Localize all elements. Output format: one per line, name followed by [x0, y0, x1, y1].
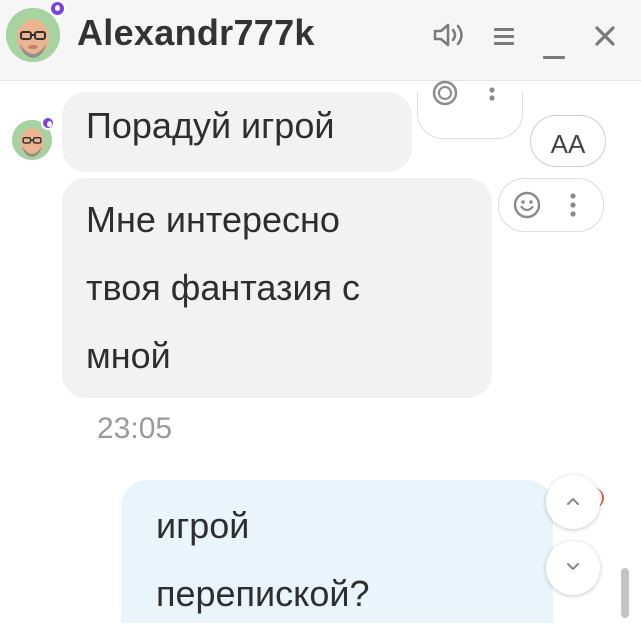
- emoji-react-icon[interactable]: [432, 80, 458, 111]
- minimize-icon[interactable]: [543, 48, 565, 66]
- message-line: Мне интересно: [86, 199, 340, 240]
- more-options-icon[interactable]: [488, 84, 496, 115]
- font-size-label: AA: [550, 129, 586, 159]
- drop-badge-icon: [41, 116, 55, 130]
- close-icon[interactable]: [594, 25, 616, 52]
- drop-badge-icon: [49, 0, 66, 17]
- chevron-down-icon: [567, 563, 579, 570]
- message-line: перепиской?: [156, 573, 370, 614]
- chevron-up-icon: [567, 498, 579, 505]
- message-line: мной: [86, 335, 171, 376]
- emoji-react-icon[interactable]: [513, 191, 541, 224]
- bald-man-avatar-icon: [6, 8, 60, 62]
- contact-name[interactable]: Alexandr777k: [77, 12, 315, 54]
- message-timestamp: 23:05: [97, 412, 173, 445]
- outgoing-message-bubble[interactable]: игрой перепиской?: [121, 480, 553, 623]
- incoming-message-bubble[interactable]: Мне интересно твоя фантазия с мной: [62, 178, 492, 398]
- message-actions: [498, 178, 604, 232]
- more-options-icon[interactable]: [569, 192, 577, 223]
- font-size-button[interactable]: AA: [530, 115, 606, 167]
- contact-avatar[interactable]: [6, 8, 60, 62]
- scroll-up-button[interactable]: [546, 475, 600, 529]
- message-text: игрой перепиской?: [156, 492, 536, 628]
- message-text: Порадуй игрой: [86, 105, 335, 146]
- chat-header: Alexandr777k: [0, 0, 641, 81]
- message-text: Мне интересно твоя фантазия с мной: [86, 186, 476, 390]
- speaker-icon[interactable]: [432, 23, 466, 52]
- message-actions: [417, 80, 523, 139]
- scroll-down-button[interactable]: [546, 541, 600, 595]
- incoming-message-bubble[interactable]: Порадуй игрой: [62, 92, 412, 172]
- message-line: твоя фантазия с: [86, 267, 361, 308]
- menu-icon[interactable]: [494, 26, 514, 51]
- scrollbar-thumb[interactable]: [621, 568, 629, 618]
- message-line: игрой: [156, 505, 250, 546]
